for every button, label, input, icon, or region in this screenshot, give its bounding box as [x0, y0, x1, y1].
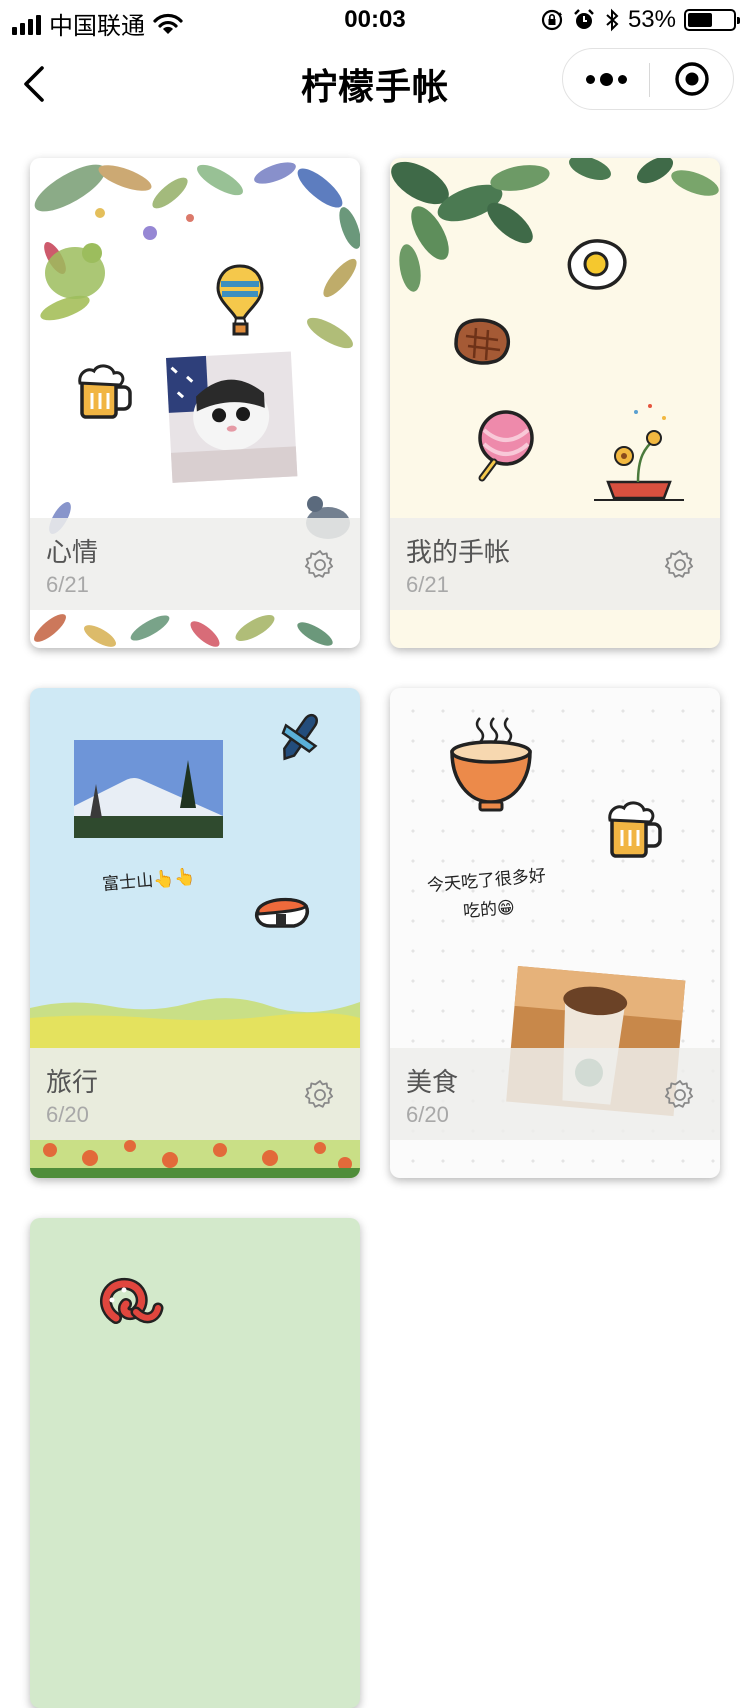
steak-icon — [454, 318, 511, 365]
journal-caption: 今天吃了很多好 吃的😁 — [426, 861, 549, 925]
journal-card-food[interactable]: 今天吃了很多好 吃的😁 美食 6/20 — [390, 688, 720, 1178]
journal-date: 6/20 — [46, 1102, 89, 1127]
journal-card-partial[interactable] — [30, 1218, 360, 1708]
mini-program-capsule — [562, 48, 734, 110]
airplane-icon — [281, 713, 318, 761]
journal-name: 心情 — [46, 537, 99, 567]
settings-gear-icon[interactable] — [304, 549, 336, 581]
battery-percent: 53% — [627, 6, 676, 33]
status-bar: 中国联通 00:03 53% — [0, 0, 750, 40]
octopus-icon — [100, 1277, 164, 1324]
card-info: 旅行 6/20 — [30, 1048, 360, 1140]
card-cover-green — [100, 1277, 164, 1324]
journal-name: 旅行 — [46, 1067, 99, 1097]
hot-air-balloon-icon — [216, 264, 264, 336]
rotation-lock-icon — [541, 9, 563, 31]
status-right: 53% — [540, 6, 740, 34]
navigation-bar: 柠檬手帐 — [0, 40, 750, 128]
beer-mug-icon — [78, 364, 132, 419]
more-button[interactable] — [563, 49, 649, 109]
flower-pot-icon — [594, 404, 684, 501]
journal-date: 6/20 — [406, 1102, 449, 1127]
lollipop-icon — [478, 410, 534, 482]
alarm-icon — [574, 9, 594, 29]
close-button[interactable] — [650, 49, 734, 109]
bluetooth-icon — [606, 8, 619, 32]
settings-gear-icon[interactable] — [664, 1079, 696, 1111]
journal-card-mood[interactable]: 心情 6/21 — [30, 158, 360, 648]
card-info: 心情 6/21 — [30, 518, 360, 610]
settings-gear-icon[interactable] — [664, 549, 696, 581]
card-info: 我的手帐 6/21 — [390, 518, 720, 610]
journal-card-my-journal[interactable]: 我的手帐 6/21 — [390, 158, 720, 648]
mount-fuji-photo — [74, 740, 223, 838]
journal-date: 6/21 — [406, 572, 449, 597]
soup-bowl-icon — [450, 717, 532, 812]
card-info: 美食 6/20 — [390, 1048, 720, 1140]
battery-icon — [684, 9, 740, 31]
journal-card-travel[interactable]: 富士山👆👆 旅行 6/20 — [30, 688, 360, 1178]
target-icon — [675, 62, 709, 96]
journal-date: 6/21 — [46, 572, 89, 597]
journal-name: 我的手帐 — [406, 537, 511, 567]
beer-mug-icon — [608, 801, 662, 858]
settings-gear-icon[interactable] — [304, 1079, 336, 1111]
cat-photo — [166, 351, 298, 483]
sushi-icon — [255, 897, 309, 928]
journal-name: 美食 — [406, 1067, 459, 1097]
ellipsis-icon — [585, 74, 595, 84]
fried-egg-icon — [567, 239, 627, 290]
